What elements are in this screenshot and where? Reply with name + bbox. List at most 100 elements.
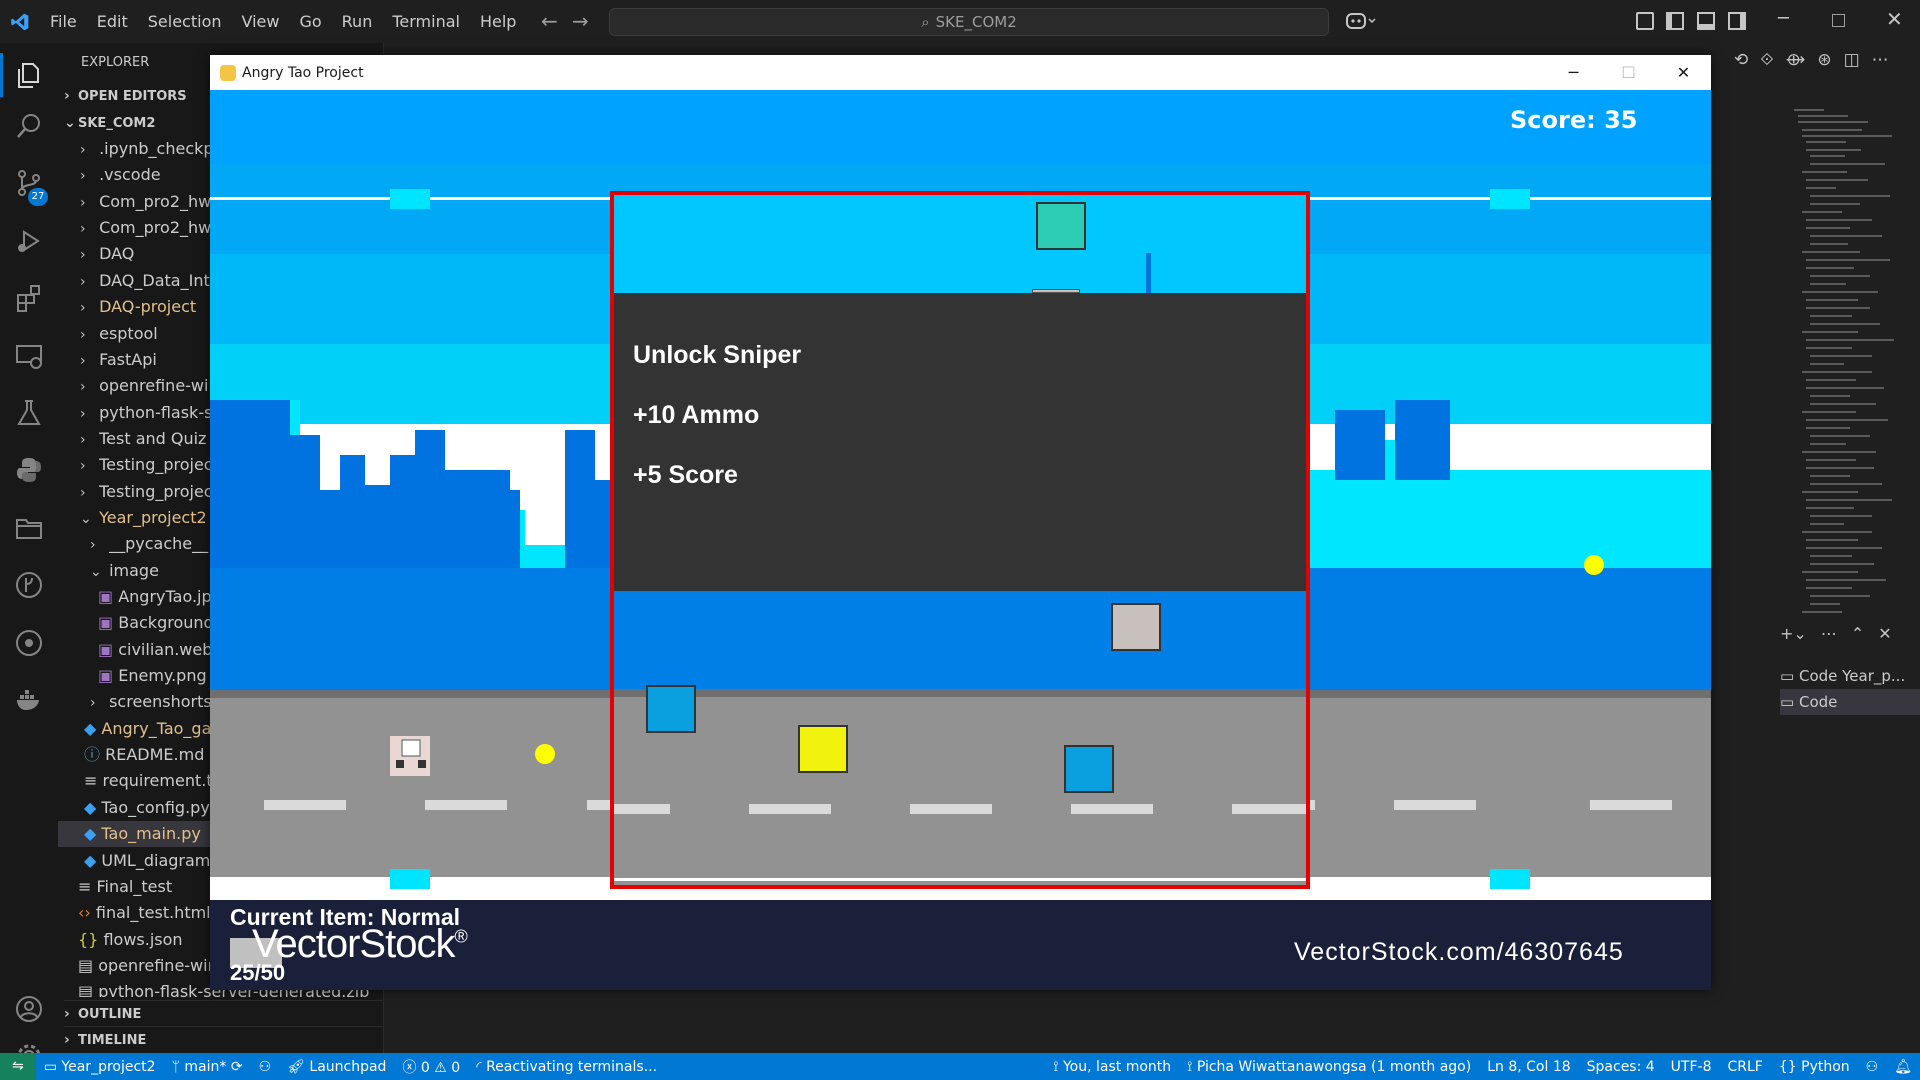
new-terminal-icon[interactable]: +⌄ [1780,624,1807,643]
tree-item-enemy[interactable]: ▣ Enemy.png [98,663,207,689]
folder-manager-icon[interactable] [14,513,44,543]
command-center-search[interactable]: ⌕ SKE_COM2 [609,8,1329,36]
notifications-bell-icon[interactable]: 🔔︎ [1886,1059,1920,1075]
extensions-icon[interactable] [14,283,44,313]
tree-item-pycache[interactable]: › __pycache__ [90,531,208,557]
toggle-panel-icon[interactable] [1697,12,1715,30]
copilot-status-icon[interactable]: ⚇ [1858,1059,1887,1075]
menu-selection[interactable]: Selection [138,12,232,31]
problems-indicator[interactable]: ⓧ 0 ⚠ 0 [394,1057,468,1077]
game-maximize-icon[interactable]: ☐ [1601,55,1656,90]
tree-item-flows-json[interactable]: {} flows.json [78,927,183,953]
menu-run[interactable]: Run [332,12,383,31]
tree-item-final-test-html[interactable]: ‹› final_test.html [78,900,211,926]
remote-connection-icon[interactable] [14,628,44,658]
terminal-tab-2[interactable]: ▭ Code [1780,689,1920,715]
menu-edit[interactable]: Edit [87,12,138,31]
git-graph-status-icon[interactable]: ⚇ [251,1059,280,1075]
account-icon[interactable] [14,994,44,1024]
toggle-sidebar-icon[interactable] [1666,12,1684,30]
split-editor-icon[interactable]: ◫ [1844,50,1860,70]
tree-item-test-and-quiz[interactable]: › Test and Quiz [80,426,206,452]
tree-item-openrefine[interactable]: › openrefine-win- [80,373,224,399]
tree-item-vscode[interactable]: › .vscode [80,162,161,188]
outline-header[interactable]: › OUTLINE [64,1000,384,1026]
menu-view[interactable]: View [232,12,290,31]
timeline-header[interactable]: › TIMELINE [64,1026,384,1052]
menu-help[interactable]: Help [470,12,526,31]
history-icon[interactable]: ⟲ [1734,50,1748,70]
explorer-icon[interactable] [14,60,44,90]
toggle-secondary-sidebar-icon[interactable] [1728,12,1746,30]
menu-file[interactable]: File [40,12,87,31]
more-actions-icon[interactable]: ⋯ [1872,50,1889,70]
maximize-panel-icon[interactable]: ⌃ [1851,624,1864,643]
git-graph-icon[interactable] [14,570,44,600]
line-ending[interactable]: CRLF [1719,1059,1770,1075]
remote-indicator-icon[interactable]: ⇋ [0,1053,36,1080]
git-icon[interactable]: ⟴ [1786,50,1806,70]
branch-indicator[interactable]: ᛘ main* ⟳ [164,1059,251,1075]
panel-more-icon[interactable]: ⋯ [1821,624,1837,643]
tree-item-year-project2[interactable]: ⌄ Year_project2 [80,505,207,531]
tree-item-testing-project2[interactable]: › Testing_project2 [80,479,229,505]
tree-item-requirement[interactable]: ≡ requirement.tx [84,768,222,794]
tree-item-final-test[interactable]: ≡ Final_test [78,874,172,900]
forward-arrow-icon[interactable]: → [572,9,589,33]
game-minimize-icon[interactable]: ─ [1546,55,1601,90]
back-arrow-icon[interactable]: ← [541,9,558,33]
tree-item-angry-tao-game[interactable]: ◆ Angry_Tao_gar [84,716,218,742]
open-editors-header[interactable]: › OPEN EDITORS [64,83,187,109]
chevron-right-icon: › [64,88,70,104]
workspace-root-header[interactable]: ⌄ SKE_COM2 [64,110,155,136]
tree-item-com-pro2-hw[interactable]: › Com_pro2_hw [80,189,211,215]
author-indicator[interactable]: ⟟ Picha Wiwattanawongsa (1 month ago) [1179,1059,1479,1075]
tree-item-daq-data[interactable]: › DAQ_Data_Intgr [80,268,226,294]
minimize-window-icon[interactable]: ─ [1778,8,1789,29]
run-debug-icon[interactable] [14,226,44,256]
tree-item-esptool[interactable]: › esptool [80,321,158,347]
restore-window-icon[interactable] [1832,14,1845,27]
tree-item-python-flask[interactable]: › python-flask-ser [80,400,229,426]
indentation[interactable]: Spaces: 4 [1579,1059,1663,1075]
tree-item-fastapi[interactable]: › FastApi [80,347,157,373]
tree-item-tao-config[interactable]: ◆ Tao_config.py [84,795,210,821]
launchpad-button[interactable]: 🚀︎ Launchpad [279,1059,394,1075]
tree-item-openrefine-zip[interactable]: ▤ openrefine-win- [78,953,224,979]
tree-item-daq-project[interactable]: › DAQ-project [80,294,196,320]
game-close-icon[interactable]: ✕ [1656,55,1711,90]
tree-item-image[interactable]: ⌄ image [90,558,159,584]
python-icon[interactable] [14,455,44,485]
minimap[interactable] [1790,105,1910,625]
folder-indicator[interactable]: ▭ Year_project2 [36,1059,164,1075]
copilot-icon[interactable] [1345,11,1379,31]
pole [1146,253,1151,293]
tree-item-testing-project[interactable]: › Testing_project [80,452,219,478]
menu-go[interactable]: Go [289,12,331,31]
tree-item-com-pro2-hw2[interactable]: › Com_pro2_hw2 [80,215,221,241]
close-window-icon[interactable]: ✕ [1886,7,1903,31]
tree-item-background[interactable]: ▣ Background.j [98,610,223,636]
tree-item-civilian[interactable]: ▣ civilian.webp [98,637,223,663]
tree-item-ipynb-checkpoints[interactable]: › .ipynb_checkpoi [80,136,228,162]
layout-customize-icon[interactable] [1636,12,1654,30]
docker-icon[interactable] [14,685,44,715]
testing-icon[interactable] [14,398,44,428]
terminal-tab-1[interactable]: ▭ Code Year_p... [1780,663,1920,689]
tree-item-daq[interactable]: › DAQ [80,241,134,267]
remote-explorer-icon[interactable] [14,341,44,371]
encoding[interactable]: UTF-8 [1663,1059,1720,1075]
search-icon[interactable] [14,111,44,141]
menu-terminal[interactable]: Terminal [382,12,470,31]
tree-item-angrytao-jpg[interactable]: ▣ AngryTao.jpg [98,584,222,610]
timeline-icon[interactable]: ⊛ [1817,50,1831,70]
tree-item-uml-diagram[interactable]: ◆ UML_diagram. [84,848,215,874]
cursor-position[interactable]: Ln 8, Col 18 [1479,1059,1578,1075]
tree-item-screenshorts[interactable]: › screenshorts [90,689,212,715]
compare-icon[interactable]: ⟐ [1760,50,1773,70]
close-panel-icon[interactable]: ✕ [1878,624,1891,643]
git-blame-indicator[interactable]: ⟟ You, last month [1045,1059,1179,1075]
tree-item-readme[interactable]: ⓘ README.md [84,742,204,768]
language-mode[interactable]: {} Python [1771,1059,1858,1075]
game-canvas[interactable]: Score: 35 Unlock Sniper +10 Ammo +5 Scor… [210,90,1711,990]
